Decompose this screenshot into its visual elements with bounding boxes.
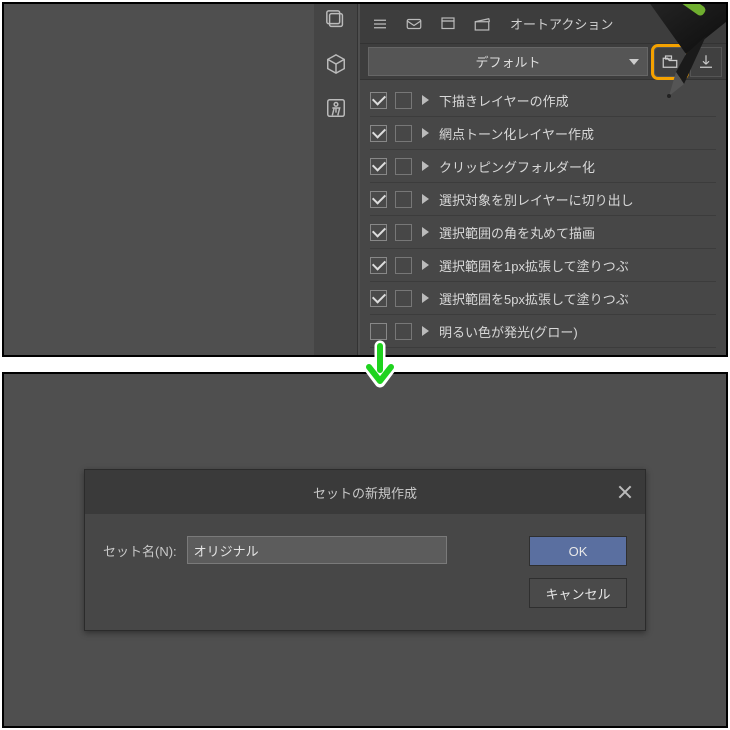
- record-checkbox[interactable]: [395, 125, 412, 142]
- chevron-down-icon: [629, 59, 639, 65]
- palette-sidebar: [314, 4, 358, 355]
- action-item[interactable]: 下描きレイヤーの作成: [370, 84, 716, 117]
- expand-icon[interactable]: [422, 95, 429, 105]
- set-name-row: セット名(N):: [103, 536, 497, 564]
- action-item[interactable]: 選択範囲の角を丸めて描画: [370, 216, 716, 249]
- group-icon[interactable]: [322, 6, 350, 34]
- dialog-backdrop: セットの新規作成 セット名(N): OK キャンセル: [2, 372, 728, 728]
- tabbar: オートアクション: [360, 4, 726, 44]
- clapper-icon[interactable]: [472, 14, 492, 34]
- expand-icon[interactable]: [422, 128, 429, 138]
- record-checkbox[interactable]: [395, 290, 412, 307]
- action-item[interactable]: 選択範囲を5px拡張して塗りつぶ: [370, 282, 716, 315]
- action-label: 選択対象を別レイヤーに切り出し: [439, 190, 634, 209]
- expand-icon[interactable]: [422, 227, 429, 237]
- record-checkbox[interactable]: [395, 224, 412, 241]
- record-checkbox[interactable]: [395, 257, 412, 274]
- cancel-button[interactable]: キャンセル: [529, 578, 627, 608]
- record-checkbox[interactable]: [395, 92, 412, 109]
- action-item[interactable]: 明るい色が発光(グロー): [370, 315, 716, 348]
- action-item[interactable]: クリッピングフォルダー化: [370, 150, 716, 183]
- action-list: 下描きレイヤーの作成網点トーン化レイヤー作成クリッピングフォルダー化選択対象を別…: [360, 80, 726, 355]
- expand-icon[interactable]: [422, 260, 429, 270]
- action-label: 網点トーン化レイヤー作成: [439, 124, 594, 143]
- dialog-body: セット名(N): OK キャンセル: [85, 514, 645, 630]
- expand-icon[interactable]: [422, 194, 429, 204]
- action-label: 下描きレイヤーの作成: [439, 91, 569, 110]
- enable-checkbox[interactable]: [370, 257, 387, 274]
- dialog-title-text: セットの新規作成: [313, 483, 417, 502]
- auto-action-panel: オートアクション デフォルト 下描きレイヤーの作成網点トーン化レイヤー作成クリッ…: [2, 2, 728, 357]
- record-checkbox[interactable]: [395, 323, 412, 340]
- enable-checkbox[interactable]: [370, 92, 387, 109]
- set-name-label: セット名(N):: [103, 541, 177, 560]
- action-label: 明るい色が発光(グロー): [439, 322, 578, 341]
- set-dropdown[interactable]: デフォルト: [368, 47, 648, 76]
- enable-checkbox[interactable]: [370, 125, 387, 142]
- enable-checkbox[interactable]: [370, 158, 387, 175]
- auto-action-pane: オートアクション デフォルト 下描きレイヤーの作成網点トーン化レイヤー作成クリッ…: [360, 4, 726, 355]
- enable-checkbox[interactable]: [370, 323, 387, 340]
- set-actions: [650, 44, 726, 79]
- new-set-dialog: セットの新規作成 セット名(N): OK キャンセル: [84, 469, 646, 631]
- action-item[interactable]: 選択範囲を1px拡張して塗りつぶ: [370, 249, 716, 282]
- timeline-icon[interactable]: [438, 14, 458, 34]
- new-set-button[interactable]: [654, 47, 686, 77]
- ok-button[interactable]: OK: [529, 536, 627, 566]
- enable-checkbox[interactable]: [370, 191, 387, 208]
- action-label: 選択範囲の角を丸めて描画: [439, 223, 595, 242]
- record-checkbox[interactable]: [395, 158, 412, 175]
- cube-icon[interactable]: [322, 50, 350, 78]
- expand-icon[interactable]: [422, 161, 429, 171]
- action-label: 選択範囲を5px拡張して塗りつぶ: [439, 289, 629, 308]
- arrow-down-icon: [360, 340, 400, 390]
- record-checkbox[interactable]: [395, 191, 412, 208]
- close-icon[interactable]: [617, 484, 633, 500]
- expand-icon[interactable]: [422, 326, 429, 336]
- menu-icon[interactable]: [370, 14, 390, 34]
- dialog-buttons: OK キャンセル: [529, 536, 627, 608]
- mail-icon[interactable]: [404, 14, 424, 34]
- figure-icon[interactable]: [322, 94, 350, 122]
- set-name-input[interactable]: [187, 536, 447, 564]
- set-dropdown-label: デフォルト: [475, 52, 540, 71]
- action-label: 選択範囲を1px拡張して塗りつぶ: [439, 256, 629, 275]
- import-button[interactable]: [690, 47, 722, 77]
- action-item[interactable]: 網点トーン化レイヤー作成: [370, 117, 716, 150]
- action-item[interactable]: 選択対象を別レイヤーに切り出し: [370, 183, 716, 216]
- expand-icon[interactable]: [422, 293, 429, 303]
- enable-checkbox[interactable]: [370, 290, 387, 307]
- dialog-titlebar: セットの新規作成: [85, 470, 645, 514]
- tab-label: オートアクション: [510, 14, 613, 33]
- set-header: デフォルト: [360, 44, 726, 80]
- action-label: クリッピングフォルダー化: [439, 157, 595, 176]
- enable-checkbox[interactable]: [370, 224, 387, 241]
